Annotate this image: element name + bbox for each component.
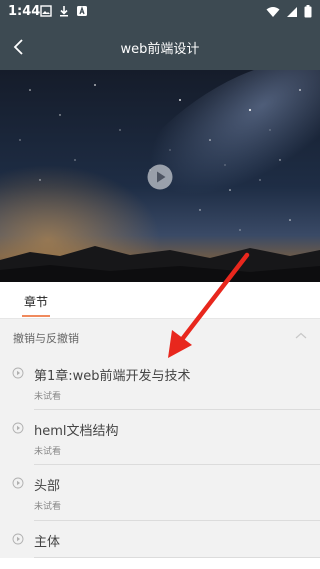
lesson-item[interactable]: 主体: [0, 521, 320, 558]
video-player[interactable]: [0, 70, 320, 282]
play-bullet-icon: [12, 477, 24, 489]
lesson-item[interactable]: heml文档结构 未试看: [0, 410, 320, 465]
app-icon: [77, 6, 87, 16]
section-header[interactable]: 撤销与反撤销: [0, 319, 320, 354]
lesson-status: 未试看: [34, 502, 62, 512]
play-bullet-icon: [12, 422, 24, 434]
notification-icons: [40, 5, 88, 17]
play-bullet-icon: [12, 533, 24, 545]
active-tab-indicator: [22, 315, 50, 317]
tab-bar: 章节: [0, 282, 320, 319]
lesson-item[interactable]: 头部 未试看: [0, 465, 320, 521]
download-icon: [60, 6, 68, 17]
wifi-icon: [266, 6, 280, 17]
lesson-title: 第1章:web前端开发与技术: [34, 369, 191, 384]
chevron-up-icon[interactable]: [294, 329, 308, 343]
image-icon: [40, 5, 52, 17]
page-title: web前端设计: [120, 42, 200, 57]
section-title: 撤销与反撤销: [13, 332, 79, 345]
play-bullet-icon: [12, 367, 24, 379]
lesson-status: 未试看: [34, 447, 62, 457]
signal-icon: [287, 6, 297, 17]
status-bar: 1:44: [0, 0, 320, 24]
status-time: 1:44: [8, 4, 41, 19]
bottom-spacer: [0, 558, 320, 569]
play-icon[interactable]: [147, 164, 173, 190]
battery-icon: [304, 5, 312, 18]
tab-chapters[interactable]: 章节: [24, 293, 48, 310]
lesson-title: heml文档结构: [34, 424, 119, 439]
lesson-status: 未试看: [34, 392, 62, 402]
lesson-item[interactable]: 第1章:web前端开发与技术 未试看: [0, 354, 320, 410]
lesson-title: 头部: [34, 479, 61, 494]
app-header: web前端设计: [0, 24, 320, 70]
system-icons: [266, 5, 312, 18]
lesson-title: 主体: [34, 535, 61, 550]
